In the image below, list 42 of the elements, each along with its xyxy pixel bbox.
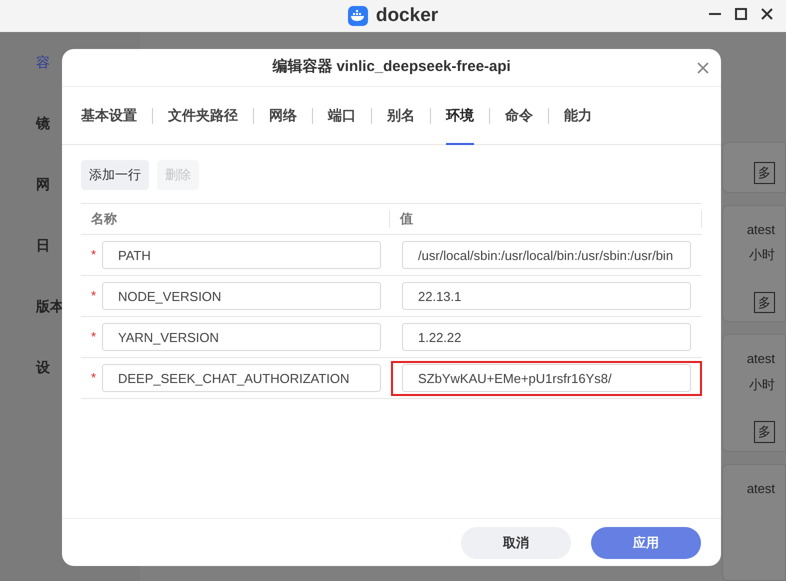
sidebar-item[interactable]: 镜 xyxy=(36,113,50,134)
card-text: atest xyxy=(746,220,775,239)
required-mark: * xyxy=(91,287,98,306)
tab[interactable]: 命令 xyxy=(505,86,533,144)
value-field[interactable]: SZbYwKAU+EMe+pU1rsfr16Ys8/ xyxy=(402,364,691,392)
card-text: 小时 xyxy=(749,246,775,264)
tab[interactable]: 别名 xyxy=(387,86,415,144)
name-field[interactable]: YARN_VERSION xyxy=(102,323,381,351)
sidebar-item[interactable]: 日 xyxy=(36,235,50,256)
close-icon[interactable] xyxy=(760,7,774,21)
more-button[interactable]: 多 xyxy=(754,421,775,443)
required-mark: * xyxy=(91,369,98,388)
tab[interactable]: 能力 xyxy=(564,86,592,144)
card-text: atest xyxy=(746,480,775,498)
value-field[interactable]: /usr/local/sbin:/usr/local/bin:/usr/sbin:/usr/bin xyxy=(402,241,691,269)
window-title: docker xyxy=(376,4,438,28)
sidebar-item[interactable]: 设 xyxy=(36,357,50,378)
app-logo-icon xyxy=(348,6,368,26)
cancel-button[interactable]: 取消 xyxy=(461,526,571,558)
tab[interactable]: 基本设置 xyxy=(81,86,137,144)
name-field[interactable]: PATH xyxy=(102,241,381,269)
card-text: atest xyxy=(746,350,775,368)
value-field[interactable]: 22.13.1 xyxy=(402,282,691,310)
dialog-title: 编辑容器 vinlic_deepseek-free-api xyxy=(272,57,511,78)
name-field[interactable]: DEEP_SEEK_CHAT_AUTHORIZATION xyxy=(102,364,381,392)
sidebar-item[interactable]: 网 xyxy=(36,174,50,195)
tab[interactable]: 端口 xyxy=(328,86,356,144)
required-mark: * xyxy=(91,328,98,346)
card-text: 小时 xyxy=(749,376,775,394)
tab[interactable]: 环境 xyxy=(446,86,474,144)
tab[interactable]: 网络 xyxy=(269,86,297,144)
value-field[interactable]: 1.22.22 xyxy=(402,323,691,351)
required-mark: * xyxy=(91,246,98,264)
column-header: 名称 xyxy=(91,210,117,228)
more-button[interactable]: 多 xyxy=(754,162,775,184)
column-header: 值 xyxy=(400,210,413,228)
more-button[interactable]: 多 xyxy=(754,292,775,314)
name-field[interactable]: NODE_VERSION xyxy=(102,282,381,310)
apply-button[interactable]: 应用 xyxy=(591,526,701,558)
add-row-button[interactable]: 添加一行 xyxy=(81,160,149,190)
maximize-icon[interactable] xyxy=(734,7,748,21)
tab[interactable]: 文件夹路径 xyxy=(168,86,238,144)
